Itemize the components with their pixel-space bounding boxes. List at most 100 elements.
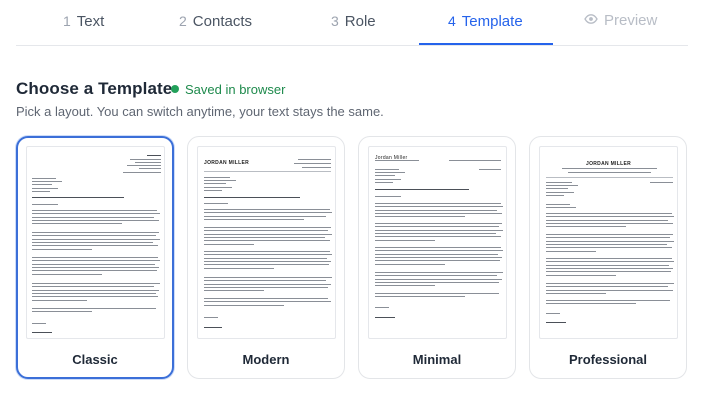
status-dot-icon (171, 85, 179, 93)
thumbnail-text-line (546, 234, 673, 235)
thumbnail-text-line (375, 285, 435, 287)
thumbnail-text-line (204, 243, 254, 245)
step-label: Role (344, 13, 376, 30)
step-template[interactable]: 4 Template (448, 10, 523, 32)
thumbnail-text-line (123, 172, 161, 173)
thumbnail-text-line (204, 209, 330, 210)
step-label: Contacts (192, 13, 252, 30)
thumbnail-text-line (546, 264, 669, 266)
thumbnail-text-line (375, 317, 395, 318)
thumbnail-text-line (375, 203, 501, 204)
thumbnail-text-line (204, 230, 328, 232)
thumbnail-text-line (32, 184, 52, 186)
thumbnail-text-line (204, 254, 332, 256)
thumbnail-text-line (135, 162, 161, 163)
thumbnail-text-line (546, 177, 673, 178)
template-card-minimal[interactable]: Jordan Miller Minimal (358, 136, 516, 379)
thumbnail-text-line (204, 227, 331, 228)
thumbnail-text-line (298, 159, 331, 160)
thumbnail-text-line (32, 232, 159, 233)
thumbnail-text-line (32, 216, 154, 218)
thumbnail-text-line (375, 196, 401, 197)
thumbnail-text-line (32, 308, 156, 309)
template-card-professional[interactable]: JORDAN MILLER Professional (529, 136, 687, 379)
page-title: Choose a Template (16, 79, 173, 98)
thumbnail-text-line (32, 292, 156, 294)
thumbnail-text-line (32, 178, 56, 179)
thumbnail-text-line (32, 311, 92, 313)
step-label: Text (76, 13, 105, 30)
step-preview[interactable]: Preview (584, 10, 657, 32)
step-role[interactable]: 3 Role (331, 10, 376, 32)
thumbnail-text-line (204, 212, 332, 214)
step-contacts[interactable]: 2 Contacts (179, 10, 252, 32)
thumbnail-text-line (204, 186, 232, 188)
thumbnail-text-line (32, 204, 58, 205)
step-number: 4 (448, 13, 456, 29)
thumbnail-text-line (204, 301, 331, 303)
thumbnail-text-line (204, 180, 236, 182)
thumbnail-text-line (32, 266, 159, 268)
thumbnail-text-line (375, 307, 389, 308)
thumbnail-text-line (375, 223, 502, 224)
thumbnail-text-line (204, 233, 332, 235)
thumbnail-text-line (562, 168, 657, 169)
template-thumbnail: JORDAN MILLER (539, 146, 678, 339)
active-step-indicator (419, 43, 553, 45)
thumbnail-text-line (375, 160, 419, 161)
thumbnail-text-line (546, 247, 672, 249)
thumbnail-text-line (32, 248, 92, 250)
thumbnail-text-line (204, 236, 325, 238)
thumbnail-text-line (479, 169, 501, 170)
thumbnail-text-line (32, 286, 154, 288)
thumbnail-text-line (375, 236, 501, 238)
thumbnail-text-line (375, 281, 499, 283)
thumbnail-text-line (546, 188, 568, 190)
thumbnail-text-line (546, 258, 672, 259)
thumbnail-text-line (32, 245, 158, 247)
thumbnail-text-line (294, 163, 331, 164)
thumbnail-text-line (546, 283, 674, 284)
thumbnail-text-line (375, 229, 503, 231)
thumbnail-text-line (32, 187, 58, 189)
step-text[interactable]: 1 Text (63, 10, 104, 32)
thumbnail-text-line (375, 296, 465, 298)
thumbnail-text-line (32, 257, 158, 258)
thumbnail-text-line (375, 178, 401, 180)
thumbnail-text-line (375, 226, 499, 228)
thumbnail-text-line (32, 273, 102, 275)
thumbnail-text-line (546, 286, 668, 288)
thumbnail-text-line (375, 256, 502, 258)
template-card-classic[interactable]: Classic (16, 136, 174, 379)
thumbnail-text-line (375, 206, 503, 208)
thumbnail-text-line (449, 160, 501, 161)
thumbnail-text-line (546, 182, 572, 183)
thumbnail-text-line (375, 247, 501, 248)
thumbnail-text-line (32, 190, 50, 192)
thumbnail-text-line (546, 274, 616, 276)
step-number: 1 (63, 13, 71, 29)
thumbnail-text-line (375, 175, 395, 177)
thumbnail-text-line (302, 167, 331, 168)
thumbnail-text-line (546, 207, 576, 209)
template-card-modern[interactable]: JORDAN MILLER Modern (187, 136, 345, 379)
thumbnail-text-line (32, 263, 155, 265)
thumbnail-text-line (204, 218, 304, 220)
thumbnail-text-line (204, 215, 326, 217)
thumbnail-text-line (32, 181, 62, 183)
thumbnail-text-line (32, 332, 52, 333)
thumbnail-text-line (32, 260, 160, 262)
thumbnail-text-line (546, 243, 667, 245)
thumbnail-text-line (546, 185, 578, 187)
thumbnail-text-line (546, 289, 673, 291)
thumbnail-text-line (375, 293, 499, 294)
thumbnail-text-line (375, 212, 502, 214)
step-label: Template (461, 13, 523, 30)
thumbnail-text-line (204, 183, 226, 185)
thumbnail-text-line (546, 213, 672, 214)
wizard-steps: 1 Text 2 Contacts 3 Role 4 Template Preview (0, 0, 701, 46)
thumbnail-text-line (375, 189, 469, 190)
thumbnail-text-line (32, 223, 122, 225)
thumbnail-text-line (546, 313, 560, 314)
thumbnail-text-line (32, 238, 160, 240)
